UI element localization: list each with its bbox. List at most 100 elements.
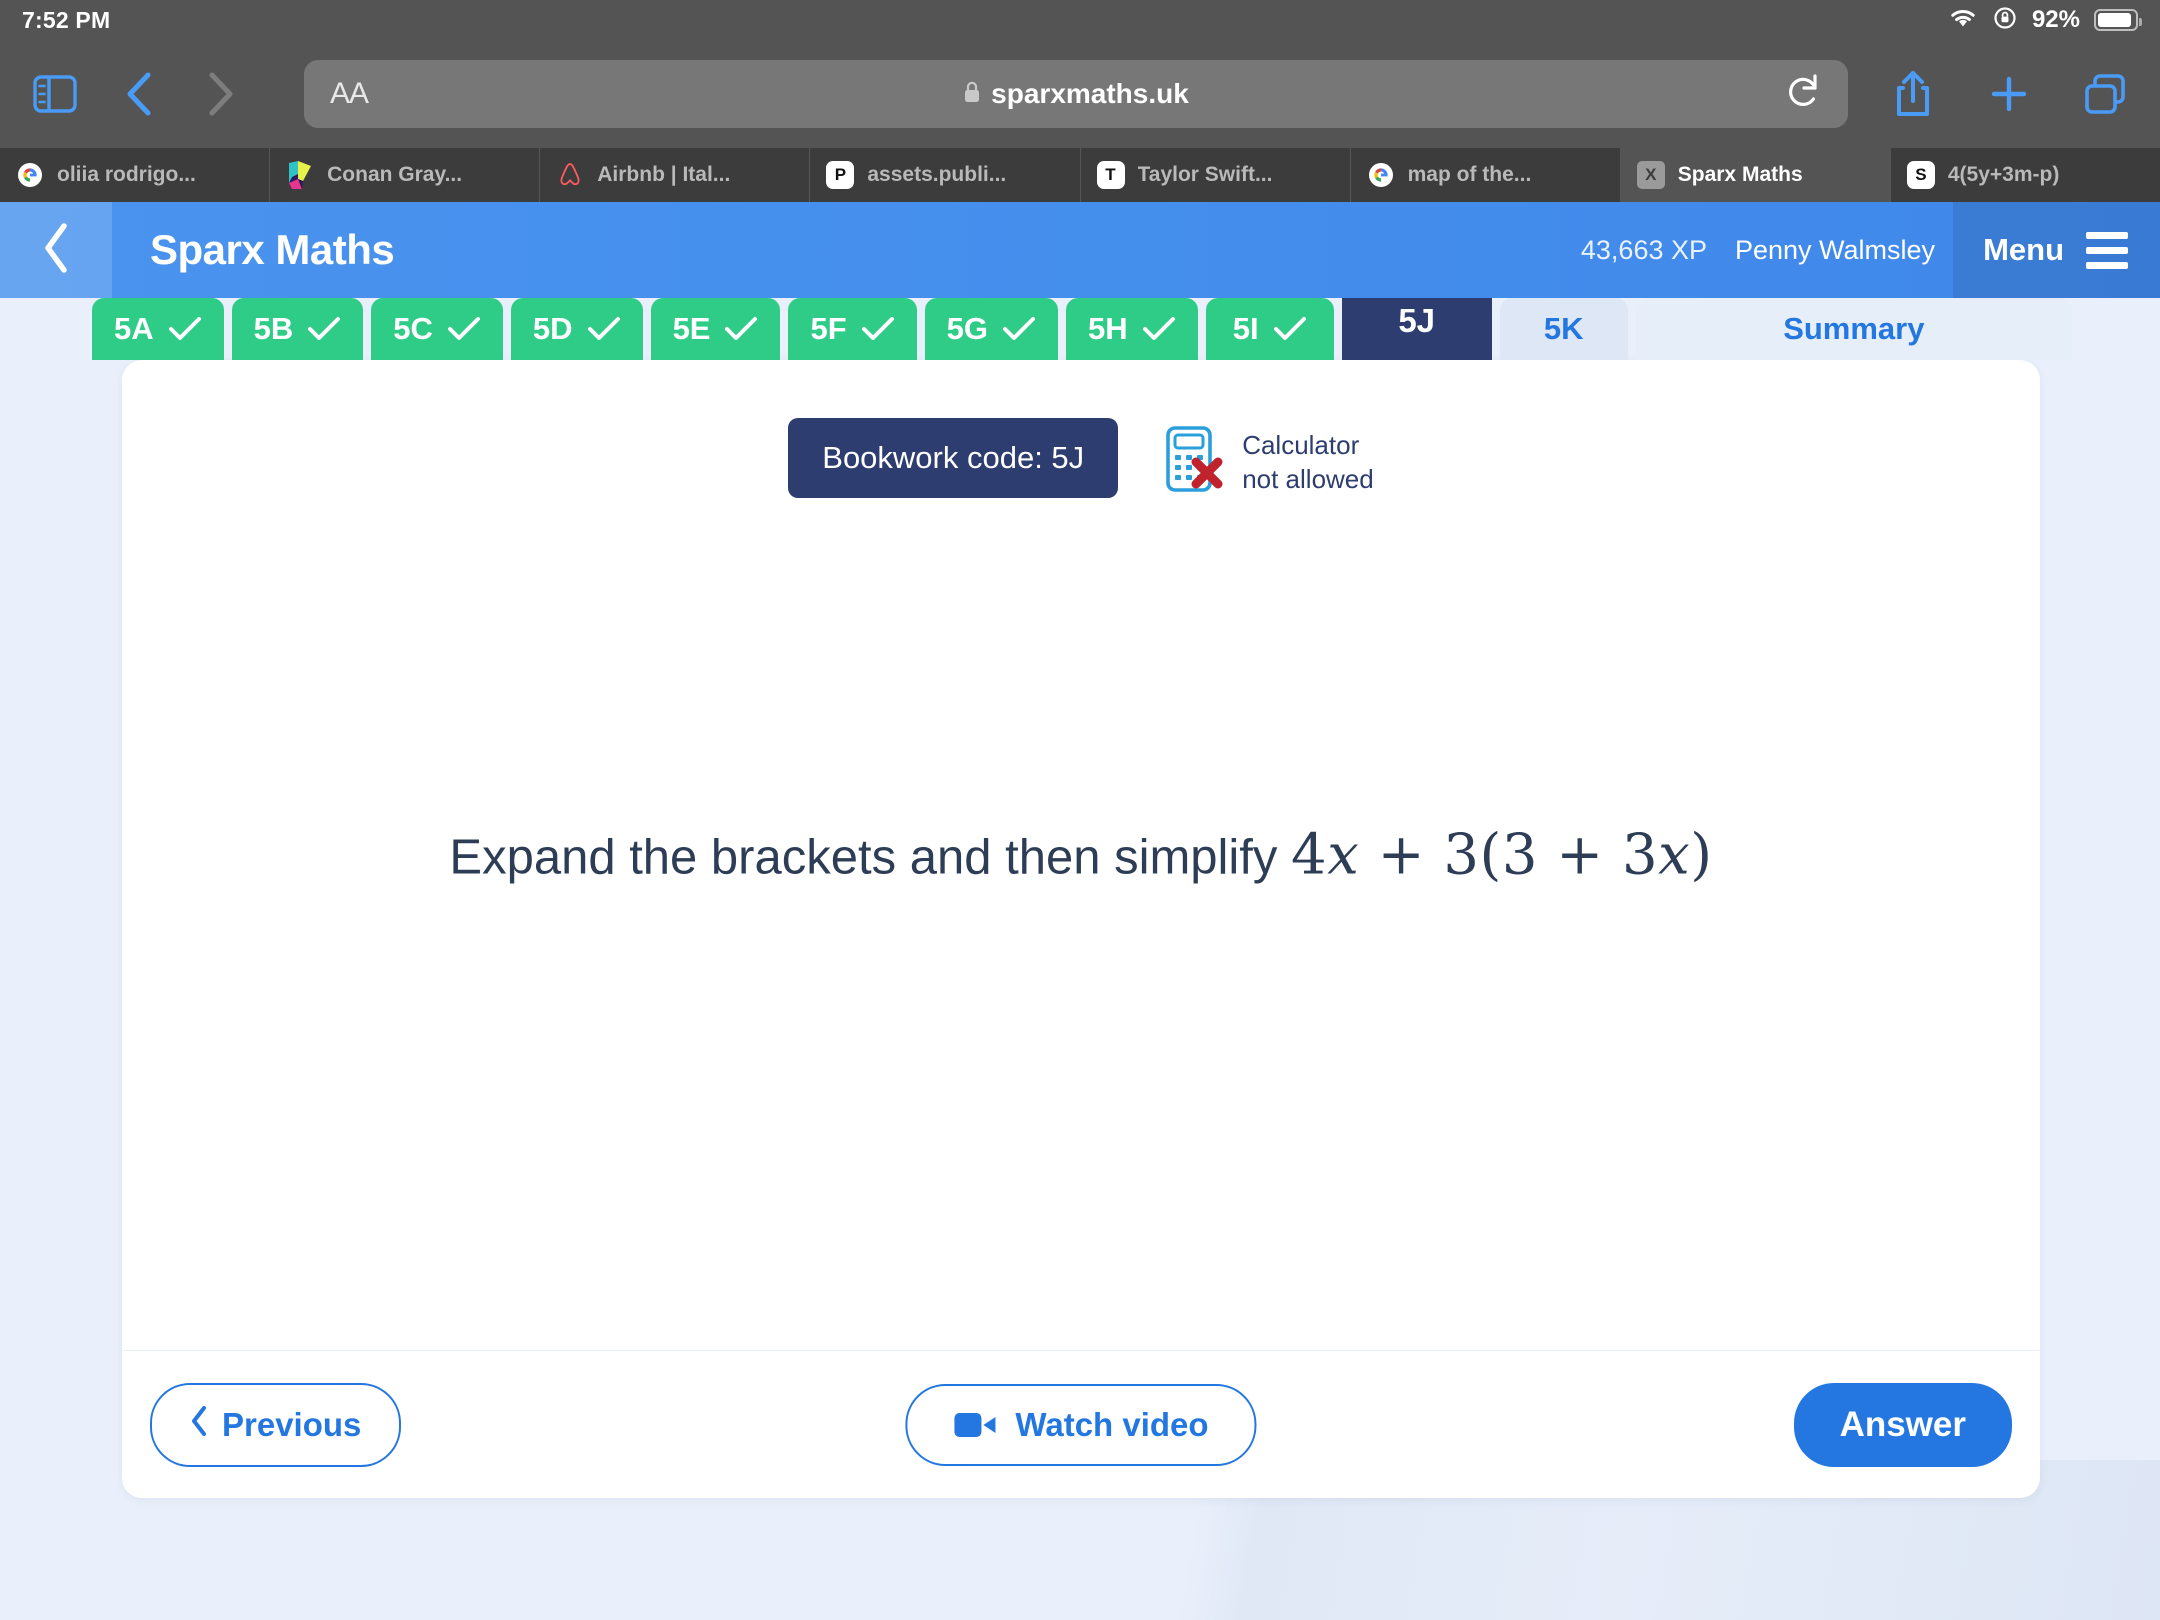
forward-button[interactable] [190,63,252,125]
browser-tab[interactable]: T Taylor Swift... [1081,148,1351,202]
browser-tab[interactable]: P assets.publi... [810,148,1081,202]
browser-toolbar: AA sparxmaths.uk [0,40,2160,148]
task-tab-5g[interactable]: 5G [924,298,1059,360]
calculator-not-allowed-icon [1164,424,1226,501]
calculator-line-1: Calculator [1242,430,1360,461]
airbnb-icon [556,161,584,189]
page-title: Sparx Maths [150,226,395,273]
status-time: 7:52 PM [22,6,111,33]
task-tab-label: 5K [1543,311,1584,346]
url-text: sparxmaths.uk [991,78,1189,109]
task-tab-summary[interactable]: Summary [1635,298,2072,360]
task-tab-5j[interactable]: 5J [1341,298,1492,360]
question-card: Bookwork code: 5J Calculator not allowed… [122,360,2040,1498]
video-camera-icon [953,1410,997,1440]
text-size-button[interactable]: AA [330,77,369,111]
browser-tab-title: Airbnb | Ital... [597,163,731,186]
hamburger-icon [2086,231,2128,269]
wifi-icon [1948,7,1978,34]
browser-tab-active[interactable]: X Sparx Maths [1620,148,1891,202]
check-icon [1273,317,1306,340]
browser-tab-title: Conan Gray... [327,163,463,186]
letter-p-icon: P [826,161,855,189]
check-icon [587,317,620,340]
task-tab-5h[interactable]: 5H [1066,298,1198,360]
menu-button[interactable]: Menu [1953,202,2160,298]
battery-percent: 92% [2031,6,2080,33]
question-card-body: Bookwork code: 5J Calculator not allowed… [122,360,2040,1350]
reload-icon[interactable] [1786,72,1822,117]
app-back-button[interactable] [0,202,112,298]
browser-tab-title: Taylor Swift... [1137,163,1273,186]
app-page: 5A 5B 5C 5D 5E 5F 5G 5H 5I 5J 5K Summary… [0,298,2160,1620]
menu-label: Menu [1983,232,2064,267]
battery-icon [2094,9,2142,31]
task-tab-label: 5D [532,311,573,346]
app-header: Sparx Maths 43,663 XP Penny Walmsley Men… [0,202,2160,298]
task-tab-5b[interactable]: 5B [231,298,364,360]
calculator-notice-text: Calculator not allowed [1242,429,1374,496]
task-tab-5d[interactable]: 5D [510,298,643,360]
task-tab-label: 5B [253,311,294,346]
browser-tab[interactable]: Airbnb | Ital... [540,148,811,202]
task-tab-5c[interactable]: 5C [371,298,503,360]
task-tab-label: 5C [393,311,433,346]
task-tab-label: 5F [810,311,847,346]
browser-tab-title: 4(5y+3m-p) [1947,163,2060,186]
check-icon [447,317,480,340]
browser-tab-title: assets.publi... [867,163,1007,186]
task-tab-5i[interactable]: 5I [1205,298,1334,360]
check-icon [725,317,758,340]
sidebar-icon[interactable] [24,63,86,125]
question-text: Expand the brackets and then simplify 4 x… [122,823,2040,888]
rotation-lock-icon [1992,5,2018,36]
tabs-icon[interactable] [2074,63,2136,125]
new-tab-icon[interactable] [1978,63,2040,125]
watch-video-label: Watch video [1015,1405,1209,1443]
chevron-left-icon [190,1405,208,1445]
previous-button[interactable]: Previous [150,1382,402,1467]
browser-tab-title: map of the... [1407,163,1532,186]
expr-term1-coeff: 4 [1291,822,1328,888]
browser-tab[interactable]: oliia rodrigo... [0,148,271,202]
calculator-notice: Calculator not allowed [1164,418,1374,501]
browser-tab[interactable]: S 4(5y+3m-p) [1891,148,2160,202]
letter-s-icon: S [1906,161,1935,189]
chevron-left-icon [41,221,71,280]
expr-inner2-var: x [1658,822,1691,888]
check-icon [861,317,894,340]
ios-status-bar: 7:52 PM 92% [0,0,2160,40]
task-tab-label: 5J [1398,302,1436,339]
check-icon [1142,317,1175,340]
letter-t-icon: T [1096,161,1125,189]
address-bar[interactable]: AA sparxmaths.uk [304,60,1848,128]
browser-tab[interactable]: Conan Gray... [270,148,541,202]
task-tab-label: 5E [672,311,711,346]
share-icon[interactable] [1882,63,1944,125]
lock-icon [963,80,981,109]
expr-open-paren: ( [1479,822,1502,888]
browser-tab-strip: oliia rodrigo... Conan Gray... Airbnb | … [0,148,2160,202]
expr-inner2-coeff: 3 [1622,822,1659,888]
browser-tab[interactable]: map of the... [1351,148,1621,202]
task-tab-label: 5A [114,311,154,346]
task-tab-5f[interactable]: 5F [788,298,917,360]
browser-tab-title: oliia rodrigo... [57,163,196,186]
task-tab-label: 5G [946,311,989,346]
bookwork-code-badge: Bookwork code: 5J [788,418,1119,498]
task-tab-5a[interactable]: 5A [92,298,224,360]
status-indicators: 92% [1948,5,2142,36]
check-icon [1003,317,1036,340]
task-tab-5k[interactable]: 5K [1499,298,1628,360]
google-icon [1367,161,1395,189]
back-button[interactable] [108,63,170,125]
watch-video-button[interactable]: Watch video [905,1383,1257,1466]
expr-inner1: 3 [1501,822,1538,888]
check-icon [168,317,201,340]
answer-button[interactable]: Answer [1793,1382,2012,1467]
check-icon [308,317,341,340]
task-tab-5e[interactable]: 5E [650,298,781,360]
question-prompt: Expand the brackets and then simplify [449,830,1278,885]
question-meta-row: Bookwork code: 5J Calculator not allowed [122,360,2040,501]
task-tab-label: 5I [1232,311,1259,346]
